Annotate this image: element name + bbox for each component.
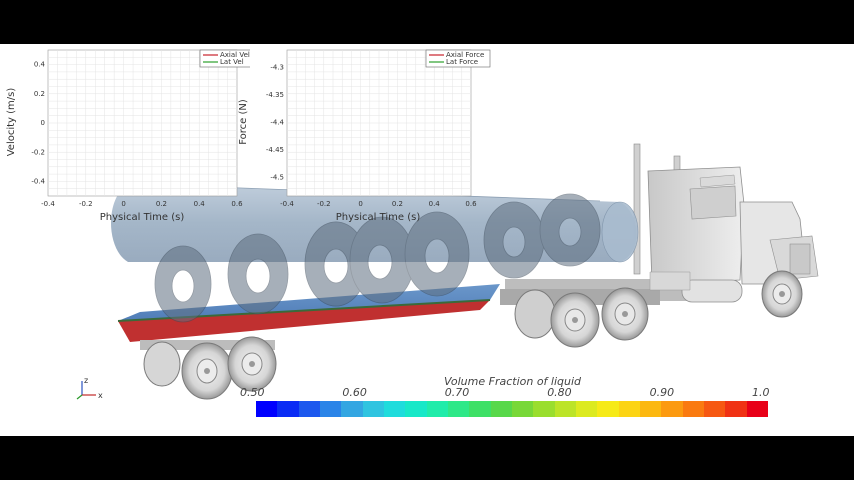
colorbar-segment — [661, 401, 683, 417]
tractor-front-wheel — [761, 270, 803, 318]
velocity-xlabel: Physical Time (s) — [100, 212, 185, 223]
force-xlabel: Physical Time (s) — [336, 212, 421, 223]
colorbar-segment — [703, 401, 726, 417]
velocity-ytick: -0.2 — [31, 148, 45, 156]
colorbar-segment — [575, 401, 598, 417]
colorbar-segment — [298, 401, 320, 417]
force-ytick: -4.3 — [270, 64, 284, 72]
colorbar-segment — [447, 401, 470, 417]
triad-z-label: z — [84, 376, 88, 385]
legend-lat-force: Lat Force — [446, 58, 478, 66]
tractor-rear-wheels — [514, 287, 649, 348]
colorbar-segment — [725, 401, 747, 417]
velocity-xtick: -0.4 — [41, 200, 55, 208]
force-ytick: -4.4 — [270, 119, 284, 127]
force-ylabel: Force (N) — [238, 99, 249, 145]
velocity-ylabel: Velocity (m/s) — [6, 88, 17, 157]
velocity-ytick: 0 — [41, 119, 45, 127]
colorbar-segment — [639, 401, 662, 417]
colorbar-tick-label: 1.0 — [752, 386, 770, 399]
colorbar-segment — [426, 401, 448, 417]
colorbar-tick-label: 0.70 — [444, 386, 470, 399]
force-legend: Axial Force Lat Force — [425, 49, 491, 68]
colorbar-segment — [383, 401, 406, 417]
velocity-xtick: 0.2 — [156, 200, 167, 208]
colorbar-segment — [618, 401, 640, 417]
colorbar-segment — [597, 401, 619, 417]
colorbar-segment — [341, 401, 363, 417]
colorbar — [256, 401, 768, 417]
colorbar-segment — [490, 401, 512, 417]
force-xtick: 0 — [358, 200, 362, 208]
force-grid — [286, 49, 472, 197]
triad-x-label: x — [98, 391, 103, 400]
colorbar-tick-label: 0.80 — [547, 386, 572, 399]
velocity-xtick: 0.4 — [194, 200, 206, 208]
colorbar-tick-label: 0.90 — [649, 386, 675, 399]
velocity-ytick: 0.2 — [34, 90, 45, 98]
velocity-ytick: -0.4 — [31, 178, 45, 186]
colorbar-segment — [405, 401, 427, 417]
velocity-ytick: 0.4 — [34, 61, 46, 69]
colorbar-segment — [533, 401, 555, 417]
colorbar-segment — [362, 401, 384, 417]
colorbar-segment — [511, 401, 534, 417]
force-xtick: -0.4 — [280, 200, 294, 208]
colorbar-segment — [277, 401, 299, 417]
velocity-plot: -0.4 -0.2 0 0.2 0.4 0.6 0.40.20-0.2-0.4 Veloc… — [6, 49, 250, 223]
colorbar-segment — [256, 401, 278, 417]
colorbar-segment — [554, 401, 576, 417]
force-ytick: -4.5 — [270, 174, 284, 182]
force-xtick: -0.2 — [317, 200, 331, 208]
colorbar-segment — [469, 401, 491, 417]
force-ytick: -4.35 — [266, 91, 284, 99]
cfd-viewport[interactable]: -0.4 -0.2 0 0.2 0.4 0.6 0.4 0.2 0 -0.2 -0.4 Veloc… — [0, 44, 854, 436]
colorbar-segment — [319, 401, 342, 417]
force-ytick: -4.45 — [266, 146, 284, 154]
colorbar-segment — [682, 401, 704, 417]
velocity-xtick: 0 — [121, 200, 125, 208]
colorbar-tick-label: 0.60 — [342, 386, 367, 399]
force-xtick: 0.4 — [429, 200, 441, 208]
velocity-xtick: -0.2 — [79, 200, 93, 208]
velocity-grid — [47, 49, 238, 197]
axis-triad: z x — [76, 376, 103, 400]
colorbar-segment — [746, 401, 768, 417]
force-plot: -0.4 -0.2 0 0.2 0.4 0.6 -4.3 -4.35 -4.4 -4.45 -4.… — [238, 49, 491, 223]
force-xtick: 0.6 — [465, 200, 477, 208]
force-xtick: 0.2 — [392, 200, 403, 208]
colorbar-tick-label: 0.50 — [240, 386, 265, 399]
